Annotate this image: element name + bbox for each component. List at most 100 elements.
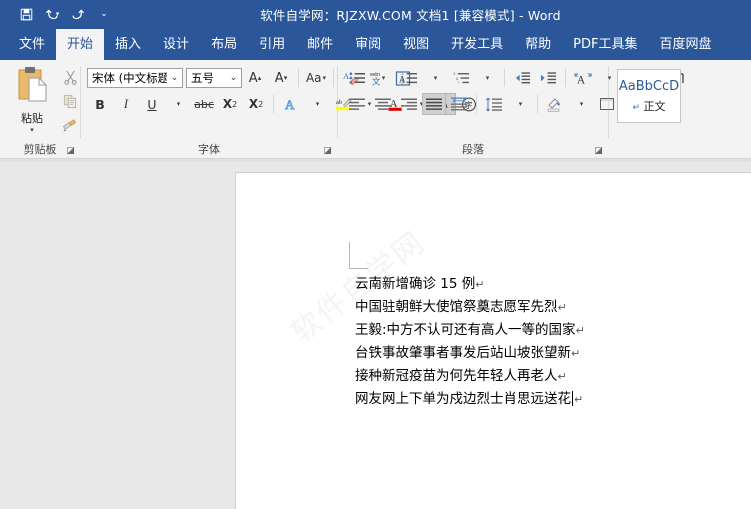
group-paragraph: ▾ 1 2 3 ▾ 1 a i ▾ A ▾ ▾ ▾ 段落 ◪ — [338, 60, 684, 158]
bullets-icon[interactable] — [344, 67, 370, 89]
chinese-layout-icon[interactable]: A — [570, 67, 596, 89]
increase-indent-icon[interactable] — [535, 67, 561, 89]
document-line[interactable]: 王毅:中方不认可还有高人一等的国家↵ — [355, 319, 585, 342]
cut-button[interactable] — [60, 67, 80, 87]
group-clipboard: 粘贴 ▾ 剪贴板 ◪ — [0, 60, 80, 158]
paste-button[interactable]: 粘贴 ▾ — [6, 65, 58, 134]
style-label: ↵ 正文 — [632, 99, 666, 113]
document-line[interactable]: 中国驻朝鲜大使馆祭奠志愿军先烈↵ — [355, 296, 585, 319]
document-area[interactable]: 软件自学网 云南新增确诊 15 例↵ 中国驻朝鲜大使馆祭奠志愿军先烈↵ 王毅:中… — [0, 159, 751, 509]
change-case-button[interactable]: Aa ▾ — [303, 67, 329, 89]
margin-corner-mark — [349, 242, 368, 269]
numbering-icon[interactable]: 1 2 3 — [396, 67, 422, 89]
line-text: 王毅:中方不认可还有高人一等的国家 — [355, 322, 576, 338]
multilevel-list-icon[interactable]: 1 a i — [448, 67, 474, 89]
document-page[interactable]: 软件自学网 云南新增确诊 15 例↵ 中国驻朝鲜大使馆祭奠志愿军先烈↵ 王毅:中… — [235, 172, 751, 509]
svg-text:3: 3 — [401, 80, 404, 85]
tab-mailings[interactable]: 邮件 — [296, 29, 344, 60]
tab-design[interactable]: 设计 — [152, 29, 200, 60]
chevron-down-icon[interactable]: ⌄ — [226, 73, 241, 83]
line-spacing-dropdown[interactable]: ▾ — [507, 93, 533, 115]
tab-layout[interactable]: 布局 — [200, 29, 248, 60]
paragraph-mark-icon: ↵ — [571, 347, 581, 360]
tab-help[interactable]: 帮助 — [514, 29, 562, 60]
style-item-normal[interactable]: AaBbCcD ↵ 正文 — [617, 69, 681, 123]
document-text[interactable]: 云南新增确诊 15 例↵ 中国驻朝鲜大使馆祭奠志愿军先烈↵ 王毅:中方不认可还有… — [355, 273, 585, 411]
paragraph-mark-icon: ↵ — [475, 278, 485, 291]
tab-insert[interactable]: 插入 — [104, 29, 152, 60]
tab-developer[interactable]: 开发工具 — [440, 29, 514, 60]
paragraph-dialog-launcher[interactable]: ◪ — [593, 146, 604, 157]
save-button[interactable] — [14, 4, 38, 26]
line-text: 接种新冠疫苗为何先年轻人再老人 — [355, 368, 558, 384]
undo-button[interactable]: ▾ — [40, 4, 64, 26]
font-size-value: 五号 — [191, 71, 214, 85]
word-window: ▾ ⌄ 软件自学网：RJZXW.COM 文档1 [兼容模式] - Word 文件… — [0, 0, 751, 509]
format-painter-button[interactable] — [60, 115, 80, 135]
font-dialog-launcher[interactable]: ◪ — [322, 146, 333, 157]
line-spacing-icon[interactable] — [481, 93, 507, 115]
shading-icon[interactable] — [542, 93, 568, 115]
text-effects-dropdown[interactable]: ▾ — [304, 93, 330, 115]
grow-font-button[interactable]: A ▴ — [242, 67, 268, 89]
distribute-icon[interactable] — [446, 93, 472, 115]
align-left-icon[interactable] — [344, 93, 370, 115]
line-text: 台铁事故肇事者事发后站山坡张望新 — [355, 345, 571, 361]
document-line[interactable]: 台铁事故肇事者事发后站山坡张望新↵ — [355, 342, 585, 365]
superscript-button[interactable]: X2 — [243, 93, 269, 115]
svg-text:A: A — [576, 74, 585, 85]
bullets-dropdown[interactable]: ▾ — [370, 67, 396, 89]
shrink-font-button[interactable]: A ▾ — [268, 67, 294, 89]
tab-review[interactable]: 审阅 — [344, 29, 392, 60]
paragraph-mark-icon: ↵ — [574, 393, 584, 406]
text-effects-icon[interactable]: A — [278, 93, 304, 115]
chevron-down-icon[interactable]: ▾ — [30, 127, 34, 134]
font-size-combo[interactable]: 五号 ⌄ — [186, 68, 242, 88]
customize-qat-button[interactable]: ⌄ — [92, 4, 116, 26]
text-cursor — [572, 391, 573, 406]
bold-button[interactable]: B — [87, 93, 113, 115]
clipboard-dialog-launcher[interactable]: ◪ — [65, 146, 76, 157]
line-text: 云南新增确诊 15 例 — [355, 276, 476, 292]
tab-references[interactable]: 引用 — [248, 29, 296, 60]
redo-button[interactable] — [66, 4, 90, 26]
paragraph-mark-icon: ↵ — [557, 370, 567, 383]
document-line[interactable]: 网友网上下单为戍边烈士肖思远送花 ↵ — [355, 388, 585, 411]
copy-button[interactable] — [60, 91, 80, 111]
tab-view[interactable]: 视图 — [392, 29, 440, 60]
strikethrough-button[interactable]: abc — [191, 93, 217, 115]
paragraph-mark-icon: ↵ — [575, 324, 585, 337]
align-center-icon[interactable] — [370, 93, 396, 115]
quick-access-toolbar: ▾ ⌄ — [0, 4, 116, 26]
group-label-font: 字体 ◪ — [198, 143, 333, 157]
tab-file[interactable]: 文件 — [8, 29, 56, 60]
underline-button[interactable]: U — [139, 93, 165, 115]
subscript-button[interactable]: X2 — [217, 93, 243, 115]
chevron-down-icon[interactable]: ⌄ — [167, 73, 182, 83]
document-line[interactable]: 云南新增确诊 15 例↵ — [355, 273, 585, 296]
shading-dropdown[interactable]: ▾ — [568, 93, 594, 115]
pilcrow-icon: ↵ — [632, 102, 641, 113]
document-line[interactable]: 接种新冠疫苗为何先年轻人再老人↵ — [355, 365, 585, 388]
ribbon-tabs: 文件 开始 插入 设计 布局 引用 邮件 审阅 视图 开发工具 帮助 PDF工具… — [0, 29, 751, 60]
chevron-down-icon[interactable]: ▾ — [56, 11, 60, 18]
multilevel-list-dropdown[interactable]: ▾ — [474, 67, 500, 89]
underline-dropdown[interactable]: ▾ — [165, 93, 191, 115]
group-label-paragraph: 段落 ◪ — [462, 143, 604, 157]
ribbon: 粘贴 ▾ 剪贴板 ◪ 宋体 (中文标题 ⌄ 五号 ⌄ A ▴ A ▾ Aa ▾ … — [0, 60, 751, 159]
style-preview: AaBbCcD — [618, 78, 680, 94]
line-text: 网友网上下单为戍边烈士肖思远送花 — [355, 391, 571, 407]
clipboard-icon — [13, 65, 51, 109]
title-bar: ▾ ⌄ 软件自学网：RJZXW.COM 文档1 [兼容模式] - Word — [0, 0, 751, 29]
decrease-indent-icon[interactable] — [509, 67, 535, 89]
align-right-icon[interactable] — [396, 93, 422, 115]
tab-baidu-netdisk[interactable]: 百度网盘 — [649, 29, 723, 60]
italic-button[interactable]: I — [113, 93, 139, 115]
justify-icon[interactable] — [422, 93, 446, 115]
font-name-combo[interactable]: 宋体 (中文标题 ⌄ — [87, 68, 183, 88]
tab-pdf-tools[interactable]: PDF工具集 — [562, 29, 648, 60]
numbering-dropdown[interactable]: ▾ — [422, 67, 448, 89]
tab-home[interactable]: 开始 — [56, 29, 105, 60]
line-text: 中国驻朝鲜大使馆祭奠志愿军先烈 — [355, 299, 558, 315]
group-font: 宋体 (中文标题 ⌄ 五号 ⌄ A ▴ A ▾ Aa ▾ A wén 文 A B… — [81, 60, 476, 158]
